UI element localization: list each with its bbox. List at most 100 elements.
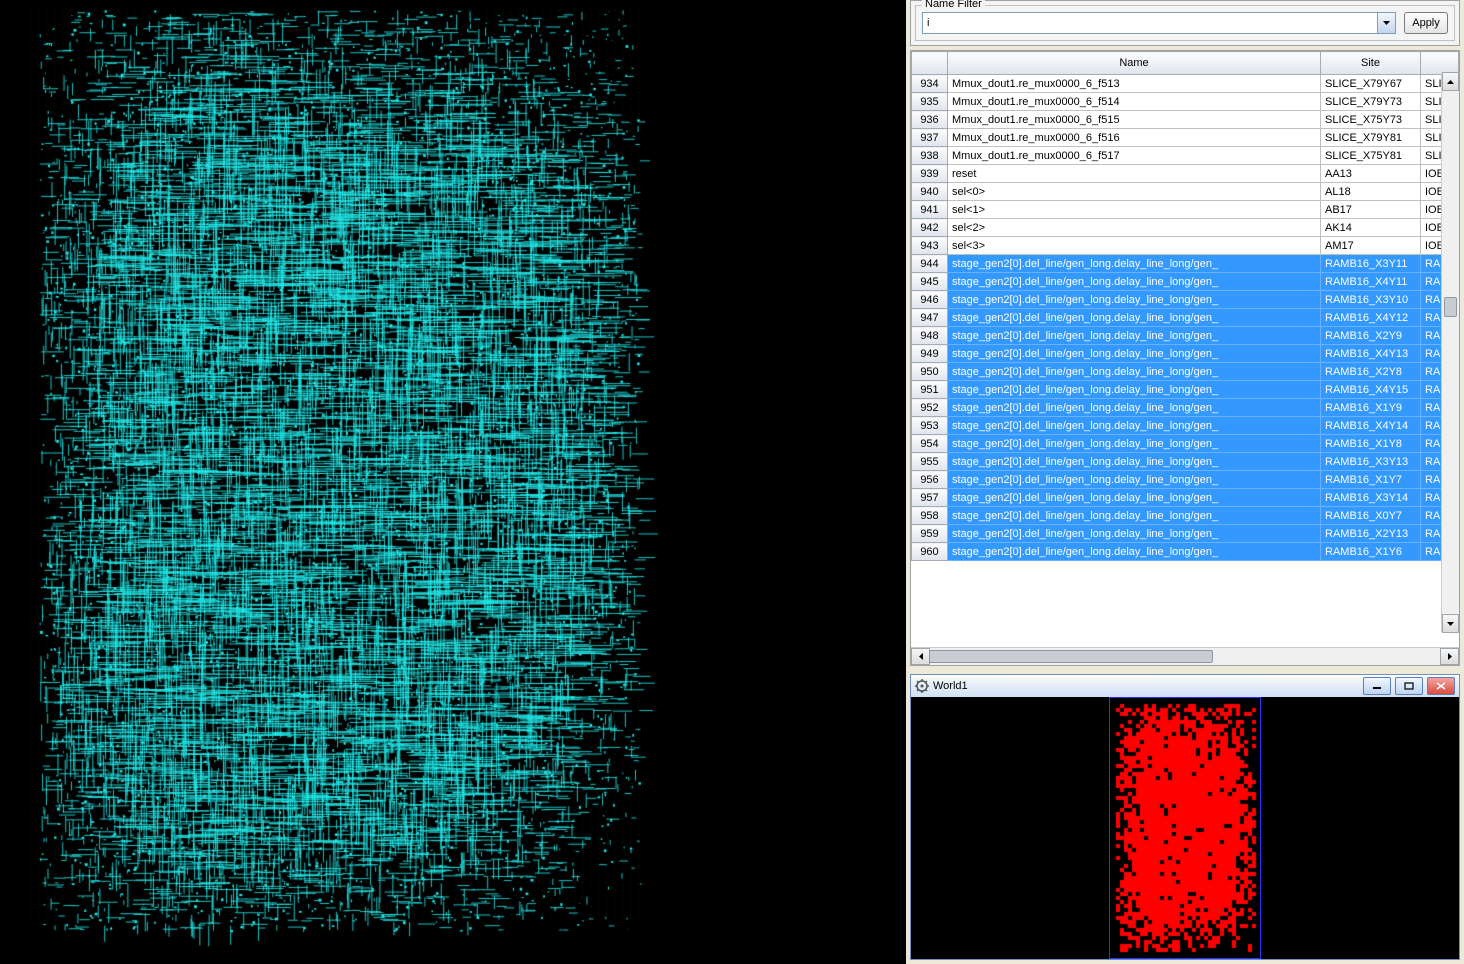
row-number[interactable]: 943	[912, 237, 948, 255]
cell-name[interactable]: stage_gen2[0].del_line/gen_long.delay_li…	[948, 273, 1321, 291]
cell-name[interactable]: stage_gen2[0].del_line/gen_long.delay_li…	[948, 381, 1321, 399]
close-button[interactable]	[1427, 677, 1455, 695]
world-overview-body[interactable]	[911, 697, 1459, 959]
row-number[interactable]: 939	[912, 165, 948, 183]
row-number[interactable]: 947	[912, 309, 948, 327]
row-number[interactable]: 949	[912, 345, 948, 363]
table-row[interactable]: 937Mmux_dout1.re_mux0000_6_f516SLICE_X79…	[912, 129, 1459, 147]
row-number[interactable]: 955	[912, 453, 948, 471]
cell-site[interactable]: RAMB16_X4Y12	[1321, 309, 1421, 327]
cell-site[interactable]: RAMB16_X1Y8	[1321, 435, 1421, 453]
table-row[interactable]: 944stage_gen2[0].del_line/gen_long.delay…	[912, 255, 1459, 273]
cell-site[interactable]: AL18	[1321, 183, 1421, 201]
cell-site[interactable]: SLICE_X75Y81	[1321, 147, 1421, 165]
cell-site[interactable]: RAMB16_X0Y7	[1321, 507, 1421, 525]
cell-site[interactable]: AB17	[1321, 201, 1421, 219]
row-number[interactable]: 934	[912, 75, 948, 93]
row-number[interactable]: 941	[912, 201, 948, 219]
filter-combobox[interactable]	[922, 12, 1396, 34]
table-row[interactable]: 943sel<3>AM17IOB	[912, 237, 1459, 255]
cell-site[interactable]: RAMB16_X3Y10	[1321, 291, 1421, 309]
row-number[interactable]: 957	[912, 489, 948, 507]
cell-name[interactable]: stage_gen2[0].del_line/gen_long.delay_li…	[948, 417, 1321, 435]
table-row[interactable]: 936Mmux_dout1.re_mux0000_6_f515SLICE_X75…	[912, 111, 1459, 129]
world-titlebar[interactable]: World1	[911, 675, 1459, 697]
cell-site[interactable]: SLICE_X79Y67	[1321, 75, 1421, 93]
row-number[interactable]: 959	[912, 525, 948, 543]
row-number[interactable]: 952	[912, 399, 948, 417]
cell-name[interactable]: Mmux_dout1.re_mux0000_6_f516	[948, 129, 1321, 147]
table-row[interactable]: 953stage_gen2[0].del_line/gen_long.delay…	[912, 417, 1459, 435]
table-row[interactable]: 948stage_gen2[0].del_line/gen_long.delay…	[912, 327, 1459, 345]
scroll-down-button[interactable]	[1442, 614, 1459, 633]
row-number[interactable]: 956	[912, 471, 948, 489]
cell-site[interactable]: RAMB16_X4Y11	[1321, 273, 1421, 291]
cell-name[interactable]: stage_gen2[0].del_line/gen_long.delay_li…	[948, 363, 1321, 381]
cell-site[interactable]: AK14	[1321, 219, 1421, 237]
horizontal-scrollbar[interactable]	[911, 647, 1459, 665]
cell-name[interactable]: stage_gen2[0].del_line/gen_long.delay_li…	[948, 345, 1321, 363]
cell-name[interactable]: stage_gen2[0].del_line/gen_long.delay_li…	[948, 399, 1321, 417]
row-number[interactable]: 953	[912, 417, 948, 435]
table-row[interactable]: 935Mmux_dout1.re_mux0000_6_f514SLICE_X79…	[912, 93, 1459, 111]
table-row[interactable]: 956stage_gen2[0].del_line/gen_long.delay…	[912, 471, 1459, 489]
table-row[interactable]: 940sel<0>AL18IOB	[912, 183, 1459, 201]
horizontal-scroll-thumb[interactable]	[929, 650, 1213, 663]
cell-name[interactable]: stage_gen2[0].del_line/gen_long.delay_li…	[948, 507, 1321, 525]
cell-site[interactable]: RAMB16_X3Y13	[1321, 453, 1421, 471]
apply-button[interactable]: Apply	[1404, 12, 1448, 34]
table-row[interactable]: 942sel<2>AK14IOB	[912, 219, 1459, 237]
table-row[interactable]: 955stage_gen2[0].del_line/gen_long.delay…	[912, 453, 1459, 471]
cell-name[interactable]: sel<2>	[948, 219, 1321, 237]
cell-site[interactable]: AM17	[1321, 237, 1421, 255]
maximize-button[interactable]	[1395, 677, 1423, 695]
cell-name[interactable]: sel<0>	[948, 183, 1321, 201]
table-row[interactable]: 952stage_gen2[0].del_line/gen_long.delay…	[912, 399, 1459, 417]
cell-name[interactable]: stage_gen2[0].del_line/gen_long.delay_li…	[948, 309, 1321, 327]
cell-name[interactable]: Mmux_dout1.re_mux0000_6_f514	[948, 93, 1321, 111]
filter-dropdown-button[interactable]	[1377, 13, 1395, 33]
row-number[interactable]: 935	[912, 93, 948, 111]
cell-name[interactable]: stage_gen2[0].del_line/gen_long.delay_li…	[948, 255, 1321, 273]
row-number[interactable]: 946	[912, 291, 948, 309]
cell-site[interactable]: SLICE_X79Y73	[1321, 93, 1421, 111]
rowhead-corner[interactable]	[912, 52, 948, 75]
cell-site[interactable]: RAMB16_X4Y15	[1321, 381, 1421, 399]
filter-input[interactable]	[923, 13, 1377, 33]
cell-name[interactable]: stage_gen2[0].del_line/gen_long.delay_li…	[948, 453, 1321, 471]
cell-site[interactable]: RAMB16_X2Y9	[1321, 327, 1421, 345]
row-number[interactable]: 951	[912, 381, 948, 399]
cell-name[interactable]: reset	[948, 165, 1321, 183]
cell-site[interactable]: RAMB16_X4Y13	[1321, 345, 1421, 363]
table-row[interactable]: 951stage_gen2[0].del_line/gen_long.delay…	[912, 381, 1459, 399]
viewport-indicator[interactable]	[1109, 697, 1261, 959]
cell-site[interactable]: SLICE_X75Y73	[1321, 111, 1421, 129]
column-header-site[interactable]: Site	[1321, 52, 1421, 75]
table-row[interactable]: 947stage_gen2[0].del_line/gen_long.delay…	[912, 309, 1459, 327]
placement-overview-canvas[interactable]	[1110, 698, 1260, 958]
cell-name[interactable]: Mmux_dout1.re_mux0000_6_f517	[948, 147, 1321, 165]
cell-site[interactable]: RAMB16_X2Y13	[1321, 525, 1421, 543]
cell-name[interactable]: stage_gen2[0].del_line/gen_long.delay_li…	[948, 543, 1321, 561]
row-number[interactable]: 950	[912, 363, 948, 381]
row-number[interactable]: 936	[912, 111, 948, 129]
row-number[interactable]: 958	[912, 507, 948, 525]
row-number[interactable]: 954	[912, 435, 948, 453]
routing-canvas[interactable]	[0, 0, 906, 964]
table-row[interactable]: 959stage_gen2[0].del_line/gen_long.delay…	[912, 525, 1459, 543]
table-row[interactable]: 957stage_gen2[0].del_line/gen_long.delay…	[912, 489, 1459, 507]
cell-site[interactable]: RAMB16_X1Y7	[1321, 471, 1421, 489]
minimize-button[interactable]	[1363, 677, 1391, 695]
cell-name[interactable]: sel<3>	[948, 237, 1321, 255]
row-number[interactable]: 945	[912, 273, 948, 291]
cell-site[interactable]: RAMB16_X1Y6	[1321, 543, 1421, 561]
cell-name[interactable]: stage_gen2[0].del_line/gen_long.delay_li…	[948, 489, 1321, 507]
row-number[interactable]: 960	[912, 543, 948, 561]
column-header-name[interactable]: Name	[948, 52, 1321, 75]
cell-name[interactable]: stage_gen2[0].del_line/gen_long.delay_li…	[948, 435, 1321, 453]
cell-name[interactable]: stage_gen2[0].del_line/gen_long.delay_li…	[948, 525, 1321, 543]
cell-site[interactable]: RAMB16_X1Y9	[1321, 399, 1421, 417]
cell-site[interactable]: SLICE_X79Y81	[1321, 129, 1421, 147]
table-row[interactable]: 941sel<1>AB17IOB	[912, 201, 1459, 219]
table-row[interactable]: 949stage_gen2[0].del_line/gen_long.delay…	[912, 345, 1459, 363]
